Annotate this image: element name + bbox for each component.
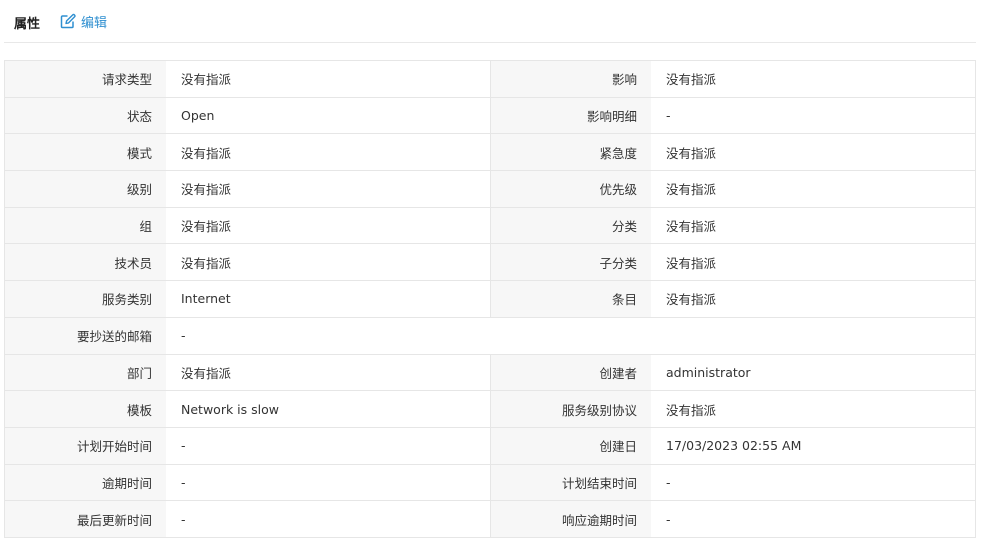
field-value: 没有指派 <box>166 244 491 281</box>
field-value: 没有指派 <box>166 207 491 244</box>
edit-icon <box>60 13 81 29</box>
field-label: 紧急度 <box>491 134 651 171</box>
field-value: - <box>651 464 975 501</box>
field-value: 没有指派 <box>651 61 975 97</box>
table-row: 逾期时间 - 计划结束时间 - <box>5 464 975 502</box>
field-value: - <box>166 317 975 354</box>
field-label: 模板 <box>5 391 166 427</box>
field-label: 创建日 <box>491 427 651 464</box>
field-value: 没有指派 <box>651 244 975 281</box>
field-value: - <box>166 464 491 501</box>
field-label: 计划开始时间 <box>5 427 166 464</box>
field-label: 子分类 <box>491 244 651 281</box>
field-value: 没有指派 <box>166 134 491 171</box>
table-row: 要抄送的邮箱 - <box>5 317 975 355</box>
properties-table: 请求类型 没有指派 影响 没有指派 状态 Open 影响明细 - 模式 没有指派… <box>4 60 976 538</box>
table-row: 计划开始时间 - 创建日 17/03/2023 02:55 AM <box>5 427 975 465</box>
field-label: 影响明细 <box>491 97 651 134</box>
field-value: Open <box>166 97 491 134</box>
field-value: 没有指派 <box>651 171 975 207</box>
field-label: 技术员 <box>5 244 166 281</box>
table-row: 请求类型 没有指派 影响 没有指派 <box>5 61 975 98</box>
field-label: 模式 <box>5 134 166 171</box>
table-row: 状态 Open 影响明细 - <box>5 97 975 135</box>
table-row: 组 没有指派 分类 没有指派 <box>5 207 975 245</box>
properties-header: 属性 编辑 <box>4 0 976 43</box>
table-row: 服务类别 Internet 条目 没有指派 <box>5 281 975 318</box>
field-label: 请求类型 <box>5 61 166 97</box>
field-value: 没有指派 <box>166 171 491 207</box>
table-row: 模式 没有指派 紧急度 没有指派 <box>5 134 975 172</box>
field-label: 影响 <box>491 61 651 97</box>
field-label: 分类 <box>491 207 651 244</box>
field-label: 状态 <box>5 97 166 134</box>
edit-label: 编辑 <box>81 15 108 31</box>
field-label: 服务类别 <box>5 281 166 317</box>
field-label: 要抄送的邮箱 <box>5 317 166 354</box>
field-value: - <box>166 501 491 537</box>
field-value: - <box>651 501 975 537</box>
field-value: 没有指派 <box>651 281 975 317</box>
field-value: - <box>651 97 975 134</box>
field-label: 服务级别协议 <box>491 391 651 427</box>
table-row: 技术员 没有指派 子分类 没有指派 <box>5 244 975 282</box>
table-row: 级别 没有指派 优先级 没有指派 <box>5 171 975 208</box>
edit-button[interactable]: 编辑 <box>60 11 107 31</box>
field-label: 创建者 <box>491 354 651 391</box>
table-row: 部门 没有指派 创建者 administrator <box>5 354 975 392</box>
field-value: 没有指派 <box>651 391 975 427</box>
field-label: 部门 <box>5 354 166 391</box>
field-value: Internet <box>166 281 491 317</box>
field-label: 条目 <box>491 281 651 317</box>
field-value: 没有指派 <box>651 134 975 171</box>
section-title: 属性 <box>14 17 41 32</box>
field-value: Network is slow <box>166 391 491 427</box>
field-value: 没有指派 <box>166 354 491 391</box>
field-label: 优先级 <box>491 171 651 207</box>
field-value: 没有指派 <box>166 61 491 97</box>
table-row: 模板 Network is slow 服务级别协议 没有指派 <box>5 391 975 428</box>
field-label: 级别 <box>5 171 166 207</box>
field-value: - <box>166 427 491 464</box>
table-row: 最后更新时间 - 响应逾期时间 - <box>5 501 975 538</box>
field-label: 响应逾期时间 <box>491 501 651 537</box>
field-value: 没有指派 <box>651 207 975 244</box>
field-value: 17/03/2023 02:55 AM <box>651 427 975 464</box>
field-label: 最后更新时间 <box>5 501 166 537</box>
field-label: 逾期时间 <box>5 464 166 501</box>
field-value: administrator <box>651 354 975 391</box>
field-label: 计划结束时间 <box>491 464 651 501</box>
field-label: 组 <box>5 207 166 244</box>
